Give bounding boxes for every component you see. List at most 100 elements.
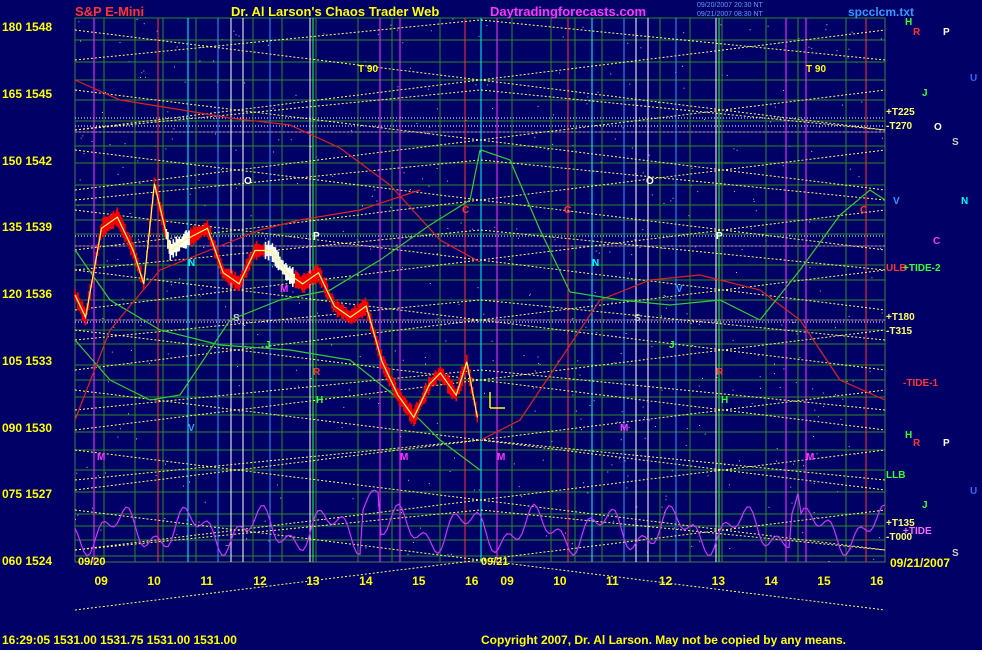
star-dot (166, 290, 168, 292)
star-dot (225, 306, 227, 308)
star-dot (552, 143, 554, 145)
planet-letter: M (97, 452, 106, 463)
star-dot (728, 484, 730, 486)
star-dot (759, 376, 761, 378)
star-dot (523, 355, 525, 357)
star-dot (430, 30, 432, 32)
star-dot (644, 437, 646, 439)
star-dot (140, 324, 142, 326)
llb-curve-day1 (74, 249, 481, 471)
star-dot (273, 151, 274, 153)
star-dot (477, 287, 479, 289)
star-dot (117, 258, 119, 260)
star-dot (593, 400, 595, 402)
star-dot (879, 537, 881, 539)
x-axis-tick-label: 09 (94, 574, 108, 588)
star-dot (400, 512, 402, 514)
star-dot (871, 277, 873, 279)
star-dot (767, 25, 769, 27)
star-dot (552, 114, 554, 116)
star-dot (629, 83, 631, 85)
star-dot (158, 185, 160, 187)
planet-letter: R (716, 367, 724, 378)
star-dot (571, 543, 573, 545)
y-axis-label: 105 1533 (2, 353, 53, 368)
star-dot (182, 485, 184, 487)
star-dot (371, 195, 373, 197)
date-label-day2: 09/21 (481, 556, 509, 568)
star-dot (672, 197, 674, 199)
planet-letter: J (922, 500, 928, 511)
star-dot (119, 42, 121, 44)
star-dot (851, 31, 853, 33)
chart-plot-area (74, 17, 886, 611)
star-dot (492, 360, 494, 362)
star-dot (760, 387, 761, 389)
field-line-diagonal (480, 509, 886, 551)
star-dot (572, 318, 574, 320)
star-dot (626, 487, 628, 489)
star-dot (861, 101, 863, 103)
star-dot (475, 84, 477, 86)
star-dot (268, 540, 270, 542)
planet-letter: S (634, 313, 641, 324)
date-label-day1: 09/20 (78, 556, 106, 568)
y-axis-label: 135 1539 (2, 220, 53, 235)
star-dot (849, 168, 851, 170)
planet-letter: P (943, 27, 950, 38)
star-dot (113, 326, 115, 328)
star-dot (753, 198, 755, 200)
star-dot (141, 72, 143, 74)
star-dot (390, 24, 392, 26)
star-dot (272, 108, 274, 109)
star-dot (582, 26, 584, 28)
star-dot (580, 418, 582, 420)
star-dot (814, 409, 816, 411)
star-dot (611, 301, 613, 303)
site-link[interactable]: Daytradingforecasts.com (490, 4, 646, 19)
star-dot (816, 517, 818, 518)
star-dot (297, 183, 299, 184)
star-dot (267, 44, 269, 46)
star-dot (419, 527, 421, 529)
star-dot (704, 433, 706, 435)
planet-letter: O (244, 176, 252, 187)
star-dot (534, 410, 536, 412)
planet-letter: V (188, 423, 195, 434)
star-dot (663, 295, 665, 296)
star-dot (665, 307, 667, 309)
field-line-diagonal (74, 439, 481, 481)
star-dot (401, 266, 403, 268)
star-dot (813, 436, 815, 437)
star-dot (220, 169, 222, 171)
star-dot (171, 138, 173, 140)
y-axis-label: 060 1524 (2, 554, 53, 568)
planet-letter: C (933, 236, 941, 247)
star-dot (613, 520, 615, 522)
field-line-diagonal (74, 159, 481, 201)
star-dot (813, 482, 815, 484)
star-dot (428, 483, 430, 485)
star-dot (642, 172, 644, 174)
star-dot (750, 228, 752, 230)
star-dot (828, 561, 830, 562)
star-dot (198, 521, 200, 523)
star-dot (225, 545, 227, 547)
star-dot (402, 359, 404, 361)
star-dot (460, 222, 462, 224)
star-dot (732, 389, 734, 391)
star-dot (732, 339, 734, 341)
planet-letter: R (913, 27, 921, 38)
star-dot (128, 413, 129, 415)
star-dot (295, 94, 297, 96)
star-dot (620, 439, 622, 441)
star-dot (437, 318, 439, 320)
star-dot (436, 422, 438, 424)
x-axis-tick-label: 13 (711, 574, 725, 588)
star-dot (396, 29, 398, 31)
star-dot (486, 25, 488, 27)
star-dot (109, 144, 111, 146)
star-dot (702, 377, 703, 379)
star-dot (149, 363, 151, 364)
star-dot (390, 206, 392, 208)
